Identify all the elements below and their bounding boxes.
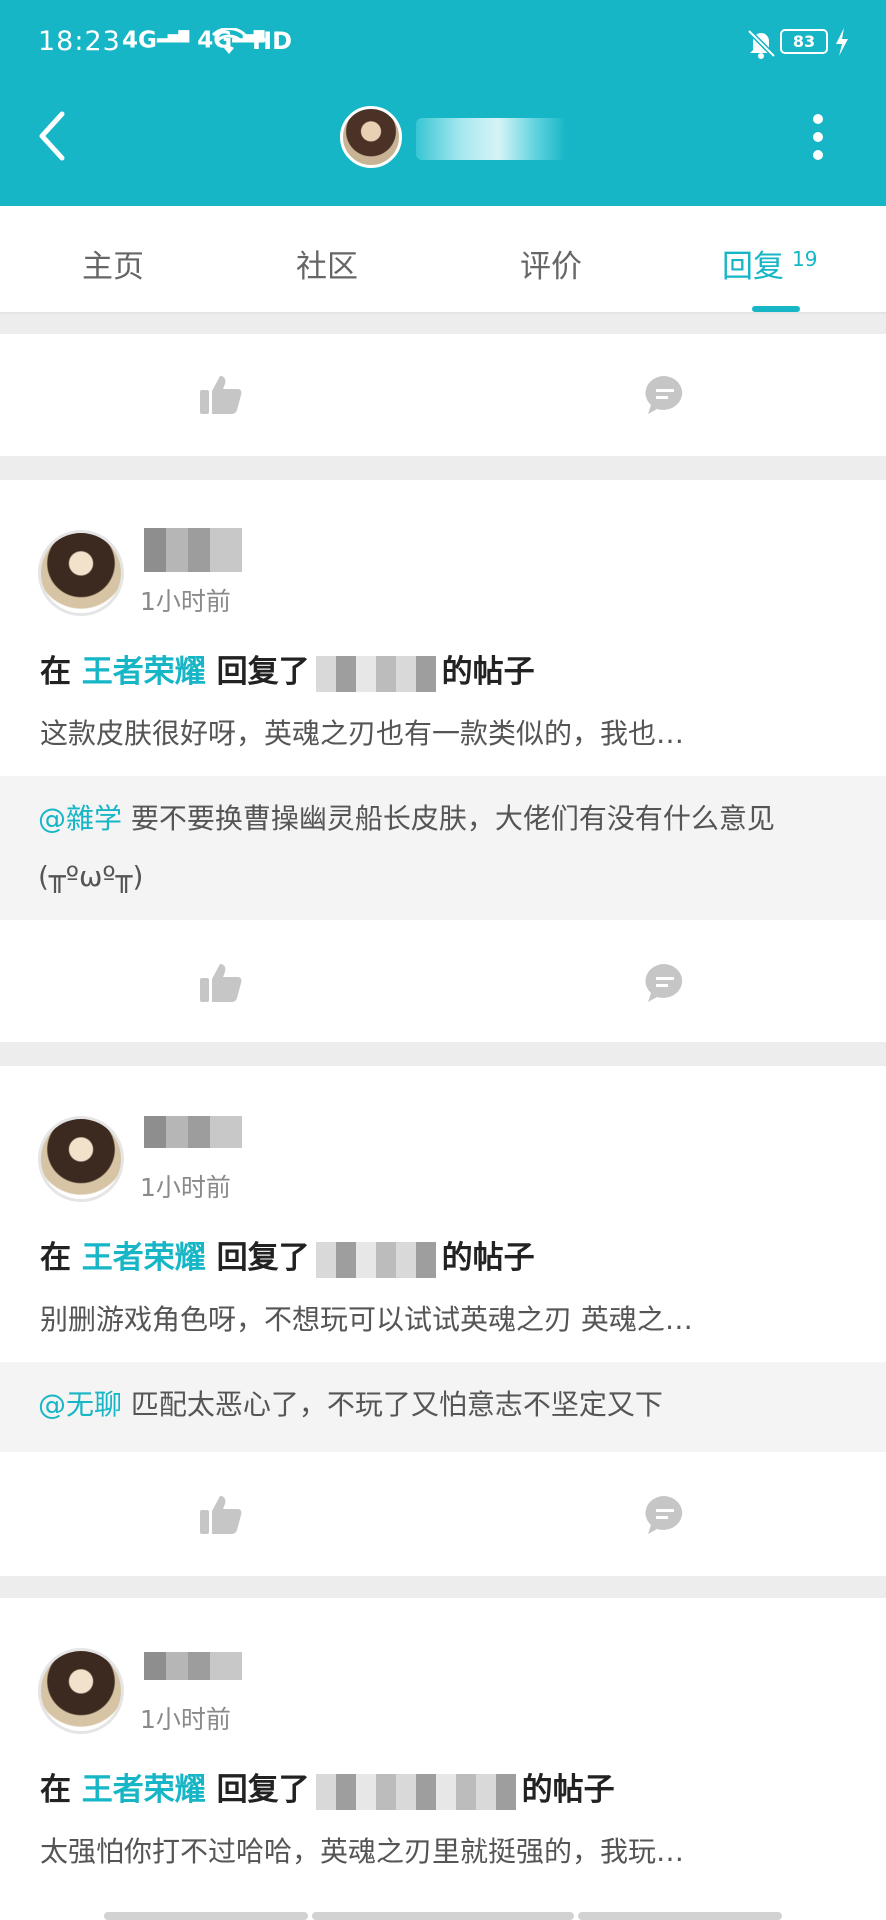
game-link[interactable]: 王者荣耀 [82, 1772, 206, 1808]
context-prefix: 在 [40, 654, 71, 690]
scroll-hint-middle [312, 1912, 574, 1920]
active-tab-indicator [752, 306, 800, 312]
action-bar [0, 1452, 886, 1576]
context-suffix: 的帖子 [441, 654, 535, 690]
thumbs-up-icon[interactable] [200, 962, 242, 1002]
username-blurred [144, 528, 242, 572]
user-avatar[interactable] [38, 1648, 124, 1734]
post-time: 1小时前 [140, 1705, 231, 1734]
reply-context: 在 王者荣耀 回复了 的帖子 [40, 646, 535, 692]
game-link[interactable]: 王者荣耀 [82, 1240, 206, 1276]
comment-icon[interactable] [644, 374, 686, 416]
reply-excerpt: 别删游戏角色呀，不想玩可以试试英魂之刃 英魂之… [40, 1303, 693, 1336]
bell-muted-icon [747, 29, 776, 59]
context-action: 回复了 [216, 1772, 310, 1808]
context-suffix: 的帖子 [441, 1240, 535, 1276]
reply-excerpt: 这款皮肤很好呀，英魂之刃也有一款类似的，我也… [40, 717, 685, 750]
hd-indicator: HD [252, 27, 293, 55]
quoted-content: 匹配太恶心了，不玩了又怕意志不坚定又下 [122, 1388, 663, 1421]
back-arrow-icon[interactable] [32, 108, 72, 164]
thumbs-up-icon[interactable] [200, 1494, 242, 1534]
profile-avatar[interactable] [340, 106, 402, 168]
tab-community[interactable]: 社区 [296, 241, 358, 286]
scroll-hint-right [578, 1912, 782, 1920]
reply-excerpt: 太强怕你打不过哈哈，英魂之刃里就挺强的，我玩… [40, 1835, 685, 1868]
reply-card[interactable]: 1小时前 在 王者荣耀 回复了 的帖子 别删游戏角色呀，不想玩可以试试英魂之刃 英… [0, 1066, 886, 1362]
quoted-post[interactable]: @无聊 匹配太恶心了，不玩了又怕意志不坚定又下 [0, 1362, 886, 1452]
thumbs-up-icon[interactable] [200, 374, 242, 414]
quoted-user[interactable]: @雜学 [38, 802, 122, 835]
post-time: 1小时前 [140, 1173, 231, 1202]
quoted-post[interactable]: @雜学 要不要换曹操幽灵船长皮肤，大佬们有没有什么意见(╥ºωº╥) [0, 776, 886, 920]
network-type: 4G [122, 27, 157, 54]
post-author-blurred [315, 655, 436, 692]
context-action: 回复了 [216, 654, 310, 690]
tab-home[interactable]: 主页 [82, 241, 144, 286]
reply-card[interactable]: 1小时前 在 王者荣耀 回复了 的帖子 太强怕你打不过哈哈，英魂之刃里就挺强的，我… [0, 1598, 886, 1920]
quoted-post-text: @无聊 匹配太恶心了，不玩了又怕意志不坚定又下 [38, 1376, 848, 1434]
tab-replies-label: 回复 [722, 249, 784, 285]
reply-context: 在 王者荣耀 回复了 的帖子 [40, 1764, 615, 1810]
context-prefix: 在 [40, 1240, 71, 1276]
username-blurred [144, 1116, 242, 1148]
action-bar [0, 920, 886, 1042]
scroll-hint-left [104, 1912, 308, 1920]
action-bar [0, 334, 886, 456]
context-suffix: 的帖子 [521, 1772, 615, 1808]
context-action: 回复了 [216, 1240, 310, 1276]
post-time: 1小时前 [140, 587, 231, 616]
post-author-blurred [315, 1773, 516, 1810]
comment-icon[interactable] [644, 1494, 686, 1536]
quoted-post-text: @雜学 要不要换曹操幽灵船长皮肤，大佬们有没有什么意见(╥ºωº╥) [38, 790, 848, 906]
comment-icon[interactable] [644, 962, 686, 1004]
reply-card[interactable]: 1小时前 在 王者荣耀 回复了 的帖子 这款皮肤很好呀，英魂之刃也有一款类似的，我… [0, 480, 886, 776]
wifi-icon [212, 28, 246, 54]
tab-replies-count: 19 [792, 246, 818, 271]
username-blurred [144, 1652, 242, 1680]
tab-bar: 主页 社区 评价 回复 19 [0, 206, 886, 314]
battery-indicator: 83 [780, 29, 828, 54]
quoted-user[interactable]: @无聊 [38, 1388, 122, 1421]
context-prefix: 在 [40, 1772, 71, 1808]
charging-icon [836, 28, 848, 56]
quoted-content: 要不要换曹操幽灵船长皮肤，大佬们有没有什么意见(╥ºωº╥) [38, 802, 775, 893]
status-time: 18:23 [38, 26, 121, 57]
status-bar: 18:23 4G▂▄▆ 4G▂▄▆ HD 83 [0, 0, 886, 84]
user-avatar[interactable] [38, 1116, 124, 1202]
tab-reviews[interactable]: 评价 [520, 241, 582, 286]
tab-replies[interactable]: 回复 19 [722, 241, 817, 286]
profile-name-blurred [416, 118, 566, 160]
app-header: 18:23 4G▂▄▆ 4G▂▄▆ HD 83 [0, 0, 886, 206]
reply-context: 在 王者荣耀 回复了 的帖子 [40, 1232, 535, 1278]
post-author-blurred [315, 1241, 436, 1278]
more-options-icon[interactable] [806, 114, 830, 164]
game-link[interactable]: 王者荣耀 [82, 654, 206, 690]
user-avatar[interactable] [38, 530, 124, 616]
